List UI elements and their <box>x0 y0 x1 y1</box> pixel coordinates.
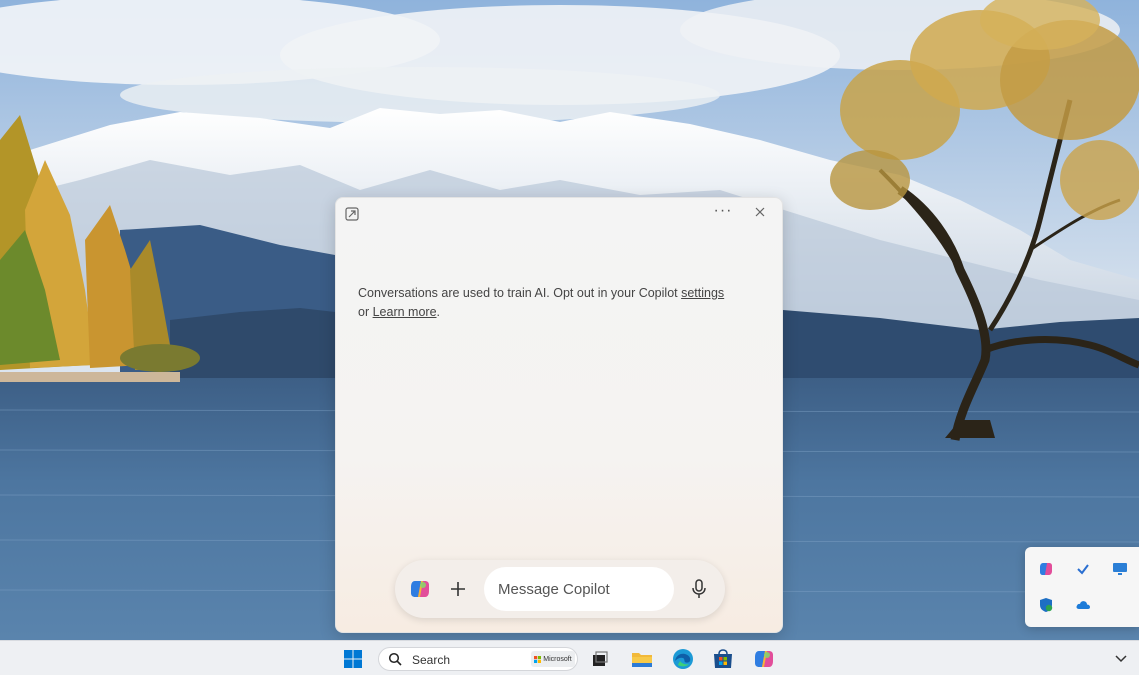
system-tray-overflow <box>1025 547 1139 627</box>
message-composer <box>395 560 725 618</box>
more-options-button[interactable]: ··· <box>710 202 736 222</box>
chevron-down-icon <box>1115 655 1127 663</box>
notice-text: Conversations are used to train AI. Opt … <box>358 286 682 300</box>
task-view-icon[interactable] <box>589 648 611 670</box>
defender-icon[interactable] <box>1037 596 1055 614</box>
onedrive-icon[interactable] <box>1074 596 1092 614</box>
taskbar: Search Microsoft <box>0 640 1139 675</box>
message-input[interactable] <box>484 567 674 611</box>
notice-end: . <box>436 305 441 319</box>
copilot-icon[interactable] <box>1037 560 1055 578</box>
search-badge-text: Microsoft <box>543 655 572 663</box>
learn-more-link[interactable]: Learn more <box>373 305 437 319</box>
close-button[interactable] <box>748 202 772 222</box>
taskbar-search[interactable]: Search Microsoft <box>378 647 578 671</box>
search-highlight-badge: Microsoft <box>531 651 575 667</box>
expand-window-icon[interactable] <box>344 206 360 222</box>
monitor-icon[interactable] <box>1111 560 1129 578</box>
microsoft-logo-icon <box>534 655 542 663</box>
microsoft-store-icon[interactable] <box>712 648 734 670</box>
microphone-button[interactable] <box>687 577 711 601</box>
search-label: Search <box>412 653 451 667</box>
plus-icon <box>451 582 465 596</box>
search-icon <box>388 652 402 666</box>
edge-icon[interactable] <box>672 648 694 670</box>
copilot-icon[interactable] <box>753 648 775 670</box>
microphone-icon <box>692 579 706 598</box>
show-hidden-icons-button[interactable] <box>1109 648 1133 670</box>
copilot-icon[interactable] <box>409 578 431 600</box>
copilot-window: ··· Conversations are used to train AI. … <box>335 197 783 633</box>
training-notice: Conversations are used to train AI. Opt … <box>358 284 758 322</box>
checkmark-icon[interactable] <box>1074 560 1092 578</box>
settings-link[interactable]: settings <box>681 286 724 300</box>
add-button[interactable] <box>445 575 471 603</box>
notice-or: or <box>358 305 373 319</box>
close-icon <box>755 207 765 217</box>
file-explorer-icon[interactable] <box>631 648 653 670</box>
windows-start-icon[interactable] <box>342 648 364 670</box>
